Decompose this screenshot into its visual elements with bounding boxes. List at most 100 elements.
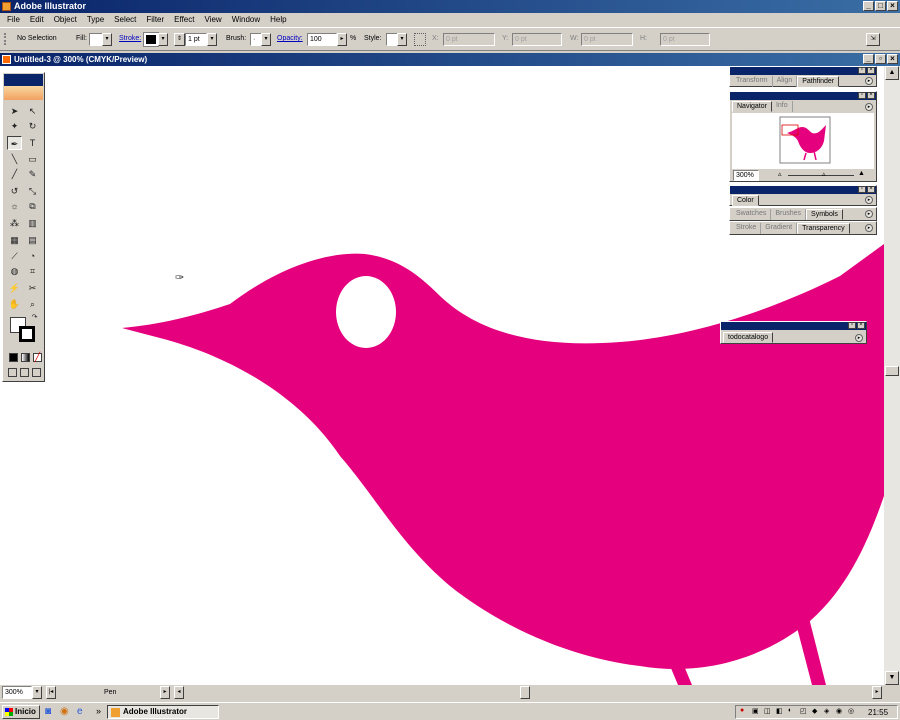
line-tool-icon[interactable]: ╲: [7, 152, 22, 166]
zoom-in-icon[interactable]: ▲: [858, 170, 865, 177]
color-mode-icon[interactable]: [9, 353, 18, 362]
menu-select[interactable]: Select: [109, 15, 141, 24]
horizontal-scroll-thumb[interactable]: [520, 686, 530, 699]
graph-tool-icon[interactable]: ▥: [25, 216, 40, 230]
tab-navigator[interactable]: Navigator: [732, 101, 772, 112]
magic-wand-tool-icon[interactable]: ✦: [7, 119, 22, 133]
panel-minimize-icon[interactable]: ▫: [848, 322, 856, 329]
menu-window[interactable]: Window: [227, 15, 265, 24]
panel-header[interactable]: [730, 186, 876, 194]
stroke-color-box[interactable]: [19, 326, 35, 342]
menu-file[interactable]: File: [2, 15, 25, 24]
pencil-tool-icon[interactable]: ✎: [25, 167, 40, 181]
pen-tool-icon[interactable]: ✒: [7, 136, 22, 150]
lasso-tool-icon[interactable]: ↻: [25, 119, 40, 133]
mesh-tool-icon[interactable]: ▦: [7, 233, 22, 247]
stroke-weight-stepper[interactable]: ⇕: [174, 33, 185, 46]
tab-gradient[interactable]: Gradient: [761, 223, 798, 234]
type-tool-icon[interactable]: T: [25, 136, 40, 150]
fill-swatch[interactable]: [89, 33, 103, 46]
more-quicklaunch-icon[interactable]: »: [96, 706, 101, 716]
tray-icon-4[interactable]: ◧: [776, 707, 783, 715]
scroll-left-icon[interactable]: ◂: [174, 686, 184, 699]
menu-help[interactable]: Help: [265, 15, 291, 24]
tray-icon-7[interactable]: ◆: [812, 707, 817, 715]
menu-filter[interactable]: Filter: [141, 15, 169, 24]
panel-minimize-icon[interactable]: ▫: [858, 92, 866, 99]
menu-edit[interactable]: Edit: [25, 15, 49, 24]
x-field[interactable]: 0 pt: [443, 33, 495, 46]
scroll-down-icon[interactable]: ▼: [885, 671, 899, 685]
tab-info[interactable]: Info: [772, 101, 793, 112]
hand-tool-icon[interactable]: ✋: [7, 297, 22, 311]
warp-tool-icon[interactable]: ☼: [7, 199, 22, 213]
panel-menu-icon[interactable]: ▸: [855, 334, 863, 342]
tab-pathfinder[interactable]: Pathfinder: [797, 76, 840, 87]
rotate-tool-icon[interactable]: ↺: [7, 184, 22, 198]
dock-panel-icon[interactable]: ⇲: [866, 33, 880, 46]
stroke-swatch[interactable]: [143, 32, 159, 47]
opacity-label[interactable]: Opacity:: [277, 35, 303, 42]
menu-effect[interactable]: Effect: [169, 15, 199, 24]
zoom-slider-handle[interactable]: ▵: [822, 170, 826, 178]
tray-icon-3[interactable]: ◫: [764, 707, 771, 715]
rectangle-tool-icon[interactable]: ▭: [25, 152, 40, 166]
free-transform-tool-icon[interactable]: ⧉: [25, 199, 40, 213]
status-prev-icon[interactable]: |◂: [46, 686, 56, 699]
minimize-icon[interactable]: _: [863, 1, 874, 11]
panel-close-icon[interactable]: ×: [867, 67, 875, 74]
none-mode-icon[interactable]: ╱: [33, 353, 42, 362]
browser-icon[interactable]: ◉: [60, 706, 69, 717]
menu-type[interactable]: Type: [82, 15, 109, 24]
tray-icon-9[interactable]: ◉: [836, 707, 842, 715]
tray-icon-1[interactable]: ●: [740, 707, 744, 714]
scissors-tool-icon[interactable]: ✂: [25, 281, 40, 295]
tab-swatches[interactable]: Swatches: [732, 209, 772, 220]
tray-icon-6[interactable]: ◰: [800, 707, 807, 715]
zoom-slider[interactable]: [788, 175, 854, 176]
tab-brushes[interactable]: Brushes: [771, 209, 807, 220]
fill-dropdown-icon[interactable]: ▾: [102, 33, 112, 46]
explorer-icon[interactable]: e: [77, 706, 83, 717]
doc-restore-icon[interactable]: ▫: [875, 54, 886, 64]
stroke-dropdown-icon[interactable]: ▾: [158, 33, 168, 46]
scroll-up-icon[interactable]: ▲: [885, 66, 899, 80]
panel-minimize-icon[interactable]: ▫: [858, 186, 866, 193]
panel-minimize-icon[interactable]: ▫: [858, 67, 866, 74]
panel-close-icon[interactable]: ×: [867, 186, 875, 193]
illustrator-logo[interactable]: [4, 86, 43, 100]
tab-todocatalogo[interactable]: todocatalogo: [723, 332, 774, 343]
panel-header[interactable]: [721, 322, 866, 330]
zoom-field[interactable]: 300%: [2, 686, 32, 699]
paint-bucket-tool-icon[interactable]: ◔: [25, 249, 40, 263]
tab-color[interactable]: Color: [732, 195, 759, 206]
h-field[interactable]: 0 pt: [660, 33, 710, 46]
tab-transform[interactable]: Transform: [732, 76, 773, 87]
slice-tool-icon[interactable]: ⌗: [25, 264, 40, 278]
panel-menu-icon[interactable]: ▸: [865, 103, 873, 111]
standard-screen-mode-icon[interactable]: [8, 368, 17, 377]
stroke-weight-field[interactable]: 1 pt: [185, 33, 207, 46]
vertical-scrollbar[interactable]: ▲ ▼: [884, 66, 900, 685]
full-screen-mode-icon[interactable]: [32, 368, 41, 377]
taskbar-illustrator-button[interactable]: Adobe Illustrator: [107, 705, 219, 719]
tray-icon-8[interactable]: ◈: [824, 707, 829, 715]
panel-header[interactable]: [730, 92, 876, 100]
blend-tool-icon[interactable]: ◍: [7, 264, 22, 278]
symbol-sprayer-tool-icon[interactable]: ⁂: [7, 216, 22, 230]
bird-leg-right[interactable]: [794, 614, 826, 685]
tab-stroke[interactable]: Stroke: [732, 223, 762, 234]
selection-tool-icon[interactable]: ➤: [7, 104, 22, 118]
bird-body-shape[interactable]: [122, 244, 884, 669]
panel-menu-icon[interactable]: ▸: [865, 224, 873, 232]
zoom-out-icon[interactable]: ▵: [778, 170, 782, 178]
bird-eye-shape[interactable]: [336, 276, 396, 348]
zoom-tool-icon[interactable]: ⌕: [25, 297, 40, 311]
tab-transparency[interactable]: Transparency: [797, 223, 850, 234]
navigator-zoom-field[interactable]: 300%: [733, 170, 759, 181]
paintbrush-tool-icon[interactable]: ╱: [7, 167, 22, 181]
opacity-dropdown-icon[interactable]: ▸: [337, 33, 347, 46]
navigator-preview[interactable]: [732, 113, 874, 169]
panel-header[interactable]: [730, 67, 876, 75]
maximize-icon[interactable]: □: [875, 1, 886, 11]
